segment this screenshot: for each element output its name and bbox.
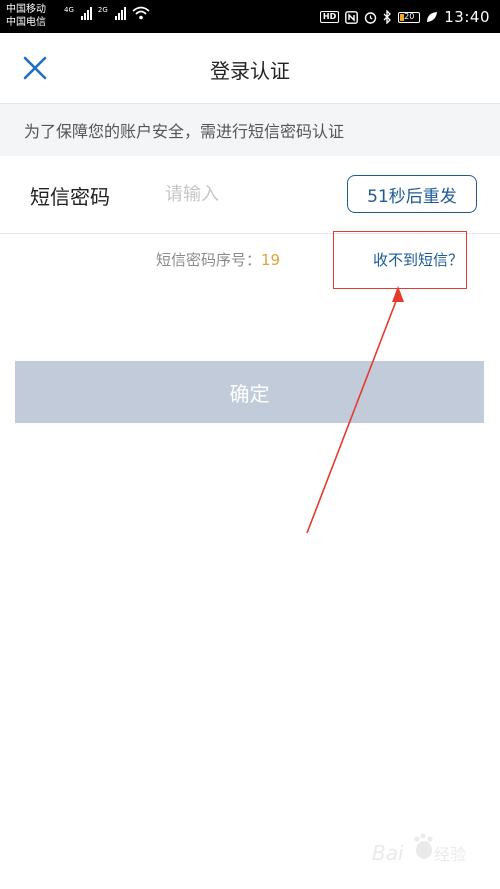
- sms-code-input[interactable]: [165, 177, 335, 211]
- sms-serial-info: 短信密码序号：19: [156, 249, 280, 270]
- network-type-2: 2G: [97, 6, 108, 14]
- network-type-1: 4G: [64, 6, 74, 14]
- sms-code-label: 短信密码: [30, 185, 110, 209]
- wifi-icon: [132, 6, 150, 20]
- nfc-icon: [345, 10, 359, 24]
- notice-text: 为了保障您的账户安全，需进行短信密码认证: [24, 122, 345, 141]
- page-title: 登录认证: [210, 59, 290, 83]
- battery-icon: 20: [398, 11, 421, 23]
- clock: 13:40: [444, 8, 490, 26]
- leaf-icon: [427, 12, 438, 22]
- bluetooth-icon: [383, 10, 392, 24]
- alarm-icon: [365, 11, 377, 24]
- baidu-watermark-logo: Bai 经验: [372, 833, 466, 865]
- signal-icon: [114, 6, 126, 20]
- svg-text:经验: 经验: [434, 845, 466, 864]
- resend-button[interactable]: 51秒后重发: [347, 175, 477, 213]
- serial-number: 19: [261, 251, 281, 269]
- status-bar: 中国移动 中国电信 4G 2G HD 20 13:40: [0, 0, 500, 33]
- svg-text:Bai: Bai: [372, 841, 404, 865]
- serial-label: 短信密码序号：: [156, 251, 262, 269]
- carrier-2: 中国电信: [6, 17, 46, 28]
- confirm-button[interactable]: 确定: [15, 361, 484, 423]
- signal-icon: [80, 6, 92, 20]
- security-notice: 为了保障您的账户安全，需进行短信密码认证: [0, 104, 500, 156]
- status-right: HD 20 13:40: [319, 8, 490, 26]
- network-indicators: 4G 2G: [64, 6, 150, 20]
- hd-icon: HD: [319, 11, 340, 23]
- carrier-1: 中国移动: [6, 4, 46, 15]
- battery-level: 20: [404, 11, 415, 21]
- page-header: 登录认证: [0, 33, 500, 104]
- carrier-info: 中国移动 中国电信: [6, 3, 46, 29]
- no-sms-help-link[interactable]: 收不到短信？: [373, 249, 463, 270]
